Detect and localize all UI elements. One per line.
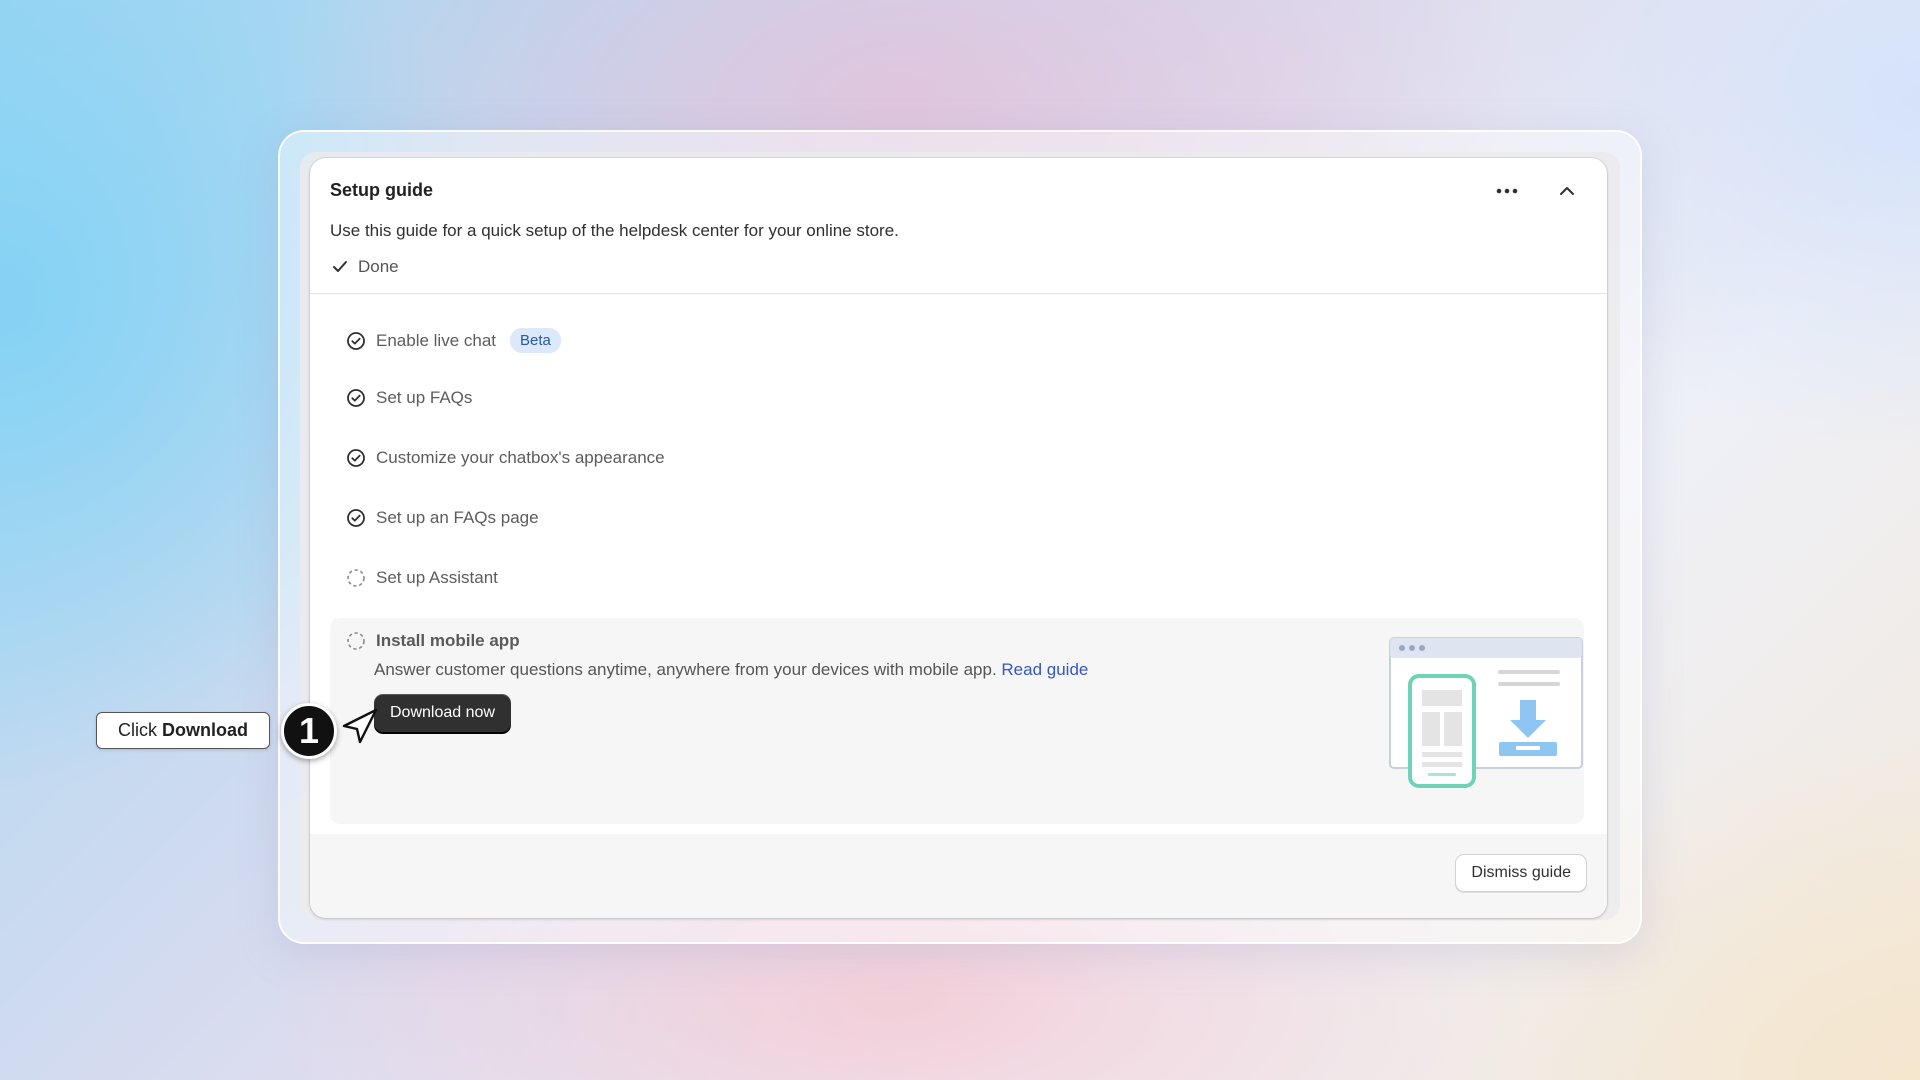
beta-badge: Beta bbox=[510, 328, 561, 353]
check-circle-icon bbox=[347, 331, 365, 350]
callout-prefix: Click bbox=[118, 720, 157, 740]
task-label: Set up an FAQs page bbox=[376, 508, 539, 527]
guide-subtitle: Use this guide for a quick setup of the … bbox=[330, 221, 899, 240]
setup-guide-card: Setup guide Use this guide for a quick s… bbox=[310, 158, 1607, 918]
expanded-task-description: Answer customer questions anytime, anywh… bbox=[374, 660, 1088, 680]
task-customize-chatbox[interactable]: Customize your chatbox's appearance bbox=[346, 448, 665, 468]
task-label: Enable live chat bbox=[376, 330, 497, 350]
description-text: Answer customer questions anytime, anywh… bbox=[374, 660, 997, 679]
step-number-badge: 1 bbox=[281, 703, 337, 759]
check-circle-icon bbox=[347, 509, 365, 527]
download-now-button[interactable]: Download now bbox=[374, 694, 511, 732]
done-label: Done bbox=[358, 257, 399, 276]
task-set-up-faqs[interactable]: Set up FAQs bbox=[346, 388, 472, 408]
task-faqs-page[interactable]: Set up an FAQs page bbox=[346, 508, 539, 528]
task-enable-live-chat[interactable]: Enable live chat Beta bbox=[346, 328, 561, 353]
done-toggle[interactable]: Done bbox=[332, 257, 399, 277]
expanded-task-install-mobile-app: Install mobile app Answer customer quest… bbox=[330, 618, 1584, 824]
dashed-circle-icon bbox=[347, 569, 365, 587]
read-guide-link[interactable]: Read guide bbox=[1001, 660, 1088, 679]
checkmark-icon bbox=[333, 261, 347, 272]
guide-title: Setup guide bbox=[330, 180, 433, 200]
check-circle-icon bbox=[347, 449, 365, 467]
task-label: Set up Assistant bbox=[376, 568, 498, 587]
more-actions-button[interactable] bbox=[1489, 176, 1525, 206]
task-label: Customize your chatbox's appearance bbox=[376, 448, 665, 467]
callout-emphasis: Download bbox=[162, 720, 248, 740]
check-circle-icon bbox=[347, 389, 365, 407]
chevron-up-icon bbox=[1560, 187, 1574, 195]
task-set-up-assistant[interactable]: Set up Assistant bbox=[346, 568, 498, 588]
cursor-arrow-icon bbox=[342, 708, 378, 744]
task-label: Set up FAQs bbox=[376, 388, 473, 407]
dismiss-guide-button[interactable]: Dismiss guide bbox=[1455, 854, 1587, 892]
collapse-guide-button[interactable] bbox=[1549, 176, 1585, 206]
expanded-task-title: Install mobile app bbox=[376, 631, 520, 650]
guide-footer: Dismiss guide bbox=[310, 834, 1607, 918]
dashed-circle-icon bbox=[347, 632, 365, 650]
expanded-task-header[interactable]: Install mobile app bbox=[346, 631, 520, 651]
ellipsis-icon bbox=[1496, 188, 1518, 194]
mobile-download-illustration bbox=[1389, 637, 1583, 788]
guide-header: Setup guide Use this guide for a quick s… bbox=[310, 158, 1607, 294]
step-callout: Click Download bbox=[96, 712, 270, 749]
